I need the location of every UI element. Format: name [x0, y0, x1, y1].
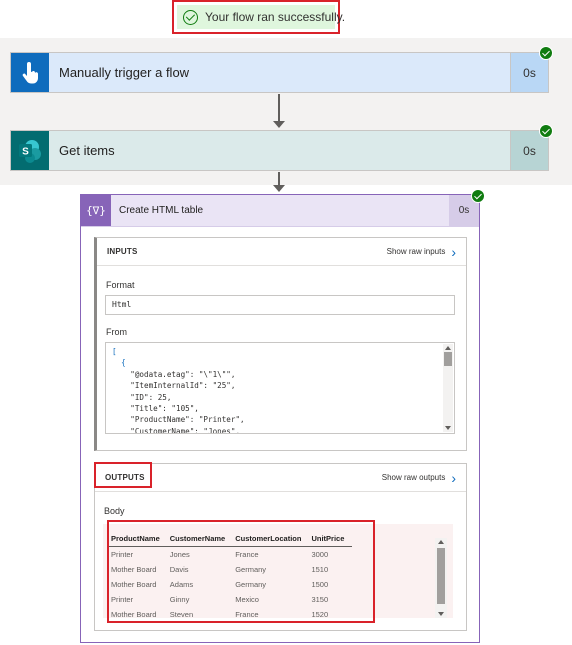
scroll-thumb[interactable]	[444, 352, 452, 366]
code-line: "ID": 25,	[112, 392, 172, 402]
scroll-up-arrow-icon[interactable]	[445, 346, 451, 350]
sharepoint-letter: S	[22, 146, 29, 157]
table-cell: Printer	[111, 595, 134, 604]
show-raw-outputs-label: Show raw outputs	[381, 473, 446, 482]
sharepoint-icon: S	[11, 131, 49, 170]
body-output-viewer[interactable]: ProductName CustomerName CustomerLocation U…	[103, 524, 453, 619]
step-manual-trigger[interactable]: Manually trigger a flow 0s	[10, 52, 549, 93]
table-cell: Printer	[111, 550, 134, 559]
table-cell: Steven	[169, 610, 194, 619]
chevron-right-icon: ›	[451, 243, 456, 260]
table-cell: Germany	[235, 580, 267, 589]
code-line: [	[112, 347, 117, 356]
success-check-icon	[471, 189, 485, 203]
table-header-cell: CustomerName	[169, 534, 226, 543]
table-row: Printer Jones France 3000	[109, 547, 352, 563]
table-cell: 1510	[311, 565, 329, 574]
scroll-down-arrow-icon[interactable]	[445, 426, 451, 430]
action-card-header[interactable]: {∇} Create HTML table 0s	[81, 195, 479, 227]
table-cell: Davis	[169, 565, 189, 574]
success-banner: Your flow ran successfully.	[177, 5, 345, 29]
outputs-section: OUTPUTS Show raw outputs › Body ProductN…	[94, 463, 467, 631]
code-line: "CustomerName": "Jones",	[112, 426, 241, 434]
outputs-label: OUTPUTS	[105, 473, 145, 482]
table-cell: France	[235, 610, 259, 619]
table-cell: France	[235, 550, 259, 559]
table-header-cell: CustomerLocation	[235, 534, 302, 543]
table-row: Printer Ginny Mexico 3150	[109, 592, 352, 607]
from-scrollbar[interactable]	[443, 344, 453, 432]
data-operation-icon: {∇}	[81, 195, 111, 226]
table-cell: Germany	[235, 565, 267, 574]
table-row: Mother Board Steven France 1520	[109, 607, 352, 622]
code-line: "ItemInternalId": "25",	[112, 381, 236, 391]
table-cell: 1520	[311, 610, 329, 619]
table-cell: Mexico	[235, 595, 259, 604]
step-title: Manually trigger a flow	[59, 65, 190, 80]
connector-line	[278, 94, 280, 122]
body-scrollbar[interactable]	[435, 538, 447, 618]
format-label: Format	[106, 280, 135, 290]
body-label: Body	[104, 506, 125, 516]
from-json-viewer[interactable]: [ { "@odata.etag": "\"1\"", "ItemInterna…	[105, 342, 455, 434]
inputs-section: INPUTS Show raw inputs › Format Html Fro…	[94, 237, 467, 451]
action-card-create-html-table: {∇} Create HTML table 0s INPUTS Show raw…	[80, 194, 480, 643]
table-cell: Mother Board	[111, 565, 157, 574]
table-cell: Ginny	[169, 595, 190, 604]
table-row: Mother Board Adams Germany 1500	[109, 577, 352, 592]
action-title: Create HTML table	[119, 205, 204, 216]
show-raw-inputs-label: Show raw inputs	[386, 247, 446, 256]
arrow-down-icon	[273, 185, 285, 192]
scroll-up-arrow-icon[interactable]	[438, 540, 444, 544]
format-value-field[interactable]: Html	[105, 295, 455, 315]
table-cell: Jones	[169, 550, 190, 559]
inputs-label: INPUTS	[107, 247, 138, 256]
chevron-right-icon: ›	[451, 469, 456, 486]
show-raw-inputs-link[interactable]: Show raw inputs ›	[387, 245, 456, 259]
scroll-down-arrow-icon[interactable]	[438, 612, 444, 616]
success-check-icon	[539, 46, 553, 60]
table-header-cell: UnitPrice	[311, 534, 345, 543]
connector-line	[278, 172, 280, 186]
from-label: From	[106, 327, 127, 337]
table-cell: Mother Board	[111, 580, 157, 589]
scroll-thumb[interactable]	[437, 548, 445, 604]
code-line: "@odata.etag": "\"1\"",	[112, 369, 236, 379]
table-row: Mother Board Davis Germany 1510	[109, 562, 352, 577]
inputs-header: INPUTS Show raw inputs ›	[97, 238, 466, 266]
table-cell: 1500	[311, 580, 329, 589]
table-body: Printer Jones France 3000 Mother Board Davis G…	[109, 547, 352, 623]
check-circle-icon	[183, 9, 198, 25]
touch-hand-icon	[11, 53, 49, 92]
outputs-header: OUTPUTS Show raw outputs ›	[95, 464, 466, 492]
arrow-down-icon	[273, 121, 285, 128]
table-cell: 3150	[311, 595, 329, 604]
table-header-cell: ProductName	[111, 534, 160, 543]
from-json-code: [ { "@odata.etag": "\"1\"", "ItemInterna…	[112, 346, 440, 434]
table-header-row: ProductName CustomerName CustomerLocation U…	[109, 530, 353, 547]
success-banner-highlight: Your flow ran successfully.	[172, 0, 345, 34]
output-html-table: ProductName CustomerName CustomerLocation U…	[109, 530, 353, 623]
banner-text: Your flow ran successfully.	[205, 10, 346, 24]
success-check-icon	[539, 124, 553, 138]
table-cell: 3000	[311, 550, 329, 559]
code-line: "ProductName": "Printer",	[112, 415, 245, 425]
table-cell: Mother Board	[111, 610, 157, 619]
step-title: Get items	[59, 143, 115, 158]
step-get-items[interactable]: S Get items 0s	[10, 130, 549, 171]
show-raw-outputs-link[interactable]: Show raw outputs ›	[382, 471, 456, 485]
code-line: "Title": "105",	[112, 404, 199, 414]
table-cell: Adams	[169, 580, 194, 589]
code-line: {	[112, 358, 126, 368]
